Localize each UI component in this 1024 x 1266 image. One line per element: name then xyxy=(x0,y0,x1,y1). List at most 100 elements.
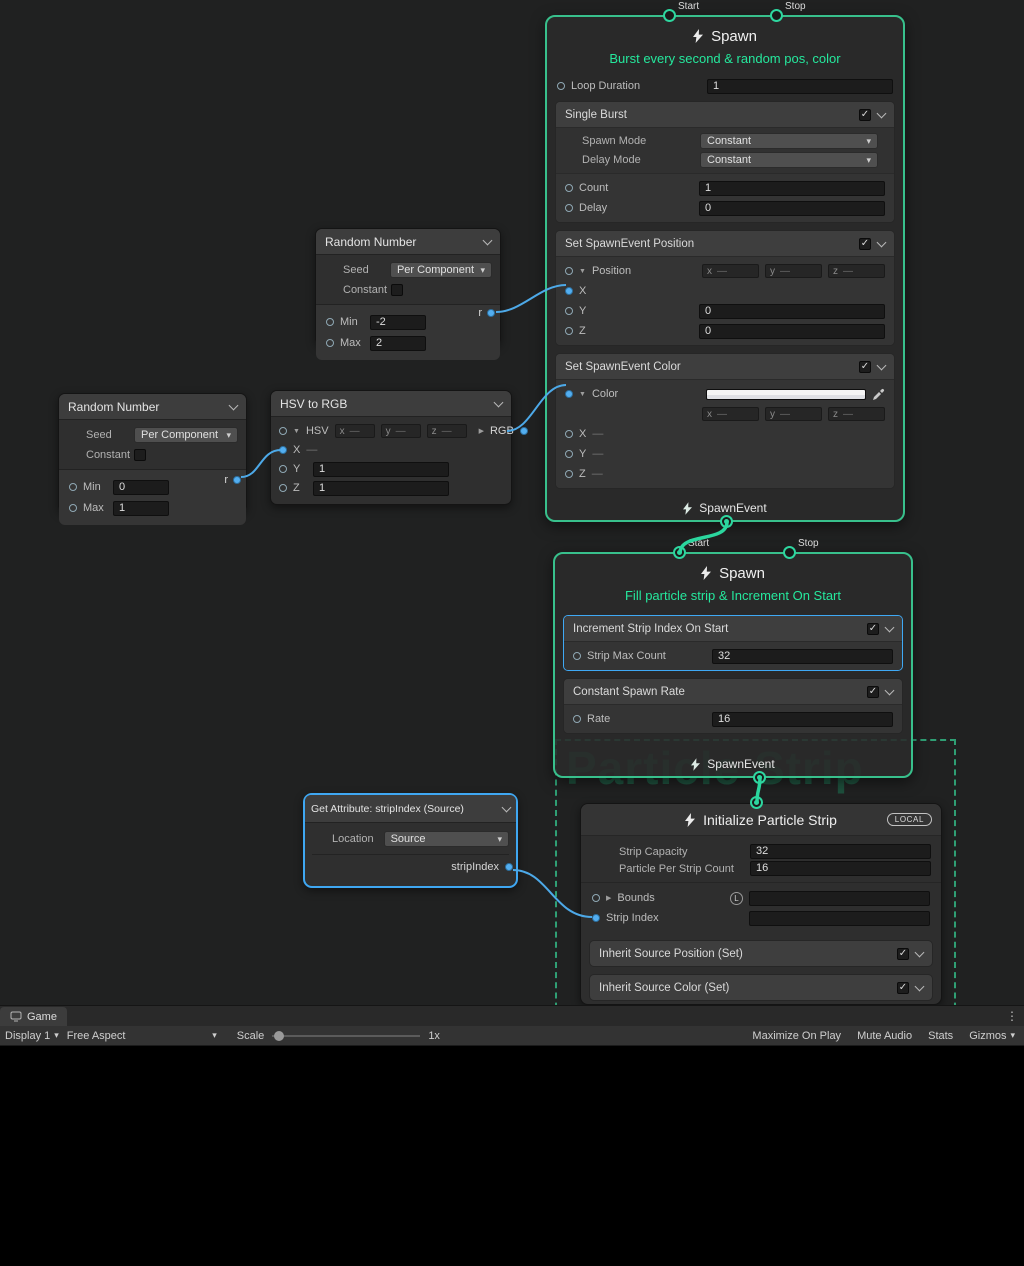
chevron-down-icon[interactable] xyxy=(885,685,895,695)
inherit-position-checkbox[interactable]: ✓ xyxy=(897,948,909,960)
chevron-down-icon[interactable] xyxy=(494,397,504,407)
set-color-enabled-checkbox[interactable]: ✓ xyxy=(859,361,871,373)
mute-audio-button[interactable]: Mute Audio xyxy=(857,1030,912,1042)
color-swatch[interactable] xyxy=(706,389,866,400)
stats-button[interactable]: Stats xyxy=(928,1030,953,1042)
foldout-open-icon[interactable]: ▼ xyxy=(579,268,586,275)
increment-enabled-checkbox[interactable]: ✓ xyxy=(867,623,879,635)
slider-knob[interactable] xyxy=(274,1031,284,1041)
r-output-port[interactable] xyxy=(233,476,241,484)
bounds-field[interactable] xyxy=(749,891,930,906)
delay-mode-dropdown[interactable]: Constant ▾ xyxy=(700,152,878,168)
chevron-down-icon[interactable] xyxy=(885,622,895,632)
foldout-closed-icon[interactable]: ▶ xyxy=(606,895,611,902)
increment-block-header[interactable]: Increment Strip Index On Start ✓ xyxy=(564,616,902,641)
hsv-y-port[interactable] xyxy=(279,465,287,473)
spawn-context-burst[interactable]: Start Stop Spawn Burst every second & ra… xyxy=(545,15,905,522)
chevron-down-icon[interactable] xyxy=(483,235,493,245)
set-position-header[interactable]: Set SpawnEvent Position ✓ xyxy=(556,231,894,256)
bounds-port[interactable] xyxy=(592,894,600,902)
single-burst-header[interactable]: Single Burst ✓ xyxy=(556,102,894,127)
gizmos-dropdown[interactable]: Gizmos ▾ xyxy=(969,1030,1015,1042)
set-spawnevent-color-block[interactable]: Set SpawnEvent Color ✓ ▼ Color x— xyxy=(555,353,895,489)
position-y-field[interactable]: 0 xyxy=(699,304,885,319)
min-port[interactable] xyxy=(326,318,334,326)
min-port[interactable] xyxy=(69,483,77,491)
delay-field[interactable]: 0 xyxy=(699,201,885,216)
position-port[interactable] xyxy=(565,267,573,275)
position-y-port[interactable] xyxy=(565,307,573,315)
node-title-bar[interactable]: Initialize Particle Strip LOCAL xyxy=(581,804,941,836)
hsv-port[interactable] xyxy=(279,427,287,435)
position-z-minifield[interactable]: z— xyxy=(828,264,885,278)
hsv-x-minifield[interactable]: x— xyxy=(335,424,375,438)
inherit-color-checkbox[interactable]: ✓ xyxy=(897,982,909,994)
display-dropdown[interactable]: Display 1 ▾ xyxy=(5,1030,59,1042)
rgb-output-port[interactable] xyxy=(520,427,528,435)
max-field[interactable]: 1 xyxy=(113,501,169,516)
seed-dropdown[interactable]: Per Component ▾ xyxy=(134,427,238,443)
strip-max-count-field[interactable]: 32 xyxy=(712,649,893,664)
inherit-source-color-block[interactable]: Inherit Source Color (Set) ✓ xyxy=(589,974,933,1001)
color-y-port[interactable] xyxy=(565,450,573,458)
chevron-down-icon[interactable] xyxy=(229,400,239,410)
hsv-y-field[interactable]: 1 xyxy=(313,462,449,477)
single-burst-block[interactable]: Single Burst ✓ Spawn Mode Constant ▾ Del… xyxy=(555,101,895,223)
foldout-open-icon[interactable]: ▼ xyxy=(579,391,586,398)
position-x-minifield[interactable]: x— xyxy=(702,264,759,278)
increment-strip-index-block[interactable]: Increment Strip Index On Start ✓ Strip M… xyxy=(563,615,903,671)
rate-field[interactable]: 16 xyxy=(712,712,893,727)
count-field[interactable]: 1 xyxy=(699,181,885,196)
game-tab[interactable]: Game xyxy=(0,1007,67,1026)
delay-port[interactable] xyxy=(565,204,573,212)
node-title-bar[interactable]: HSV to RGB xyxy=(271,391,511,417)
chevron-down-icon[interactable] xyxy=(877,108,887,118)
spawnevent-output-anchor[interactable] xyxy=(720,515,733,528)
position-y-minifield[interactable]: y— xyxy=(765,264,822,278)
chevron-down-icon[interactable] xyxy=(915,981,925,991)
position-z-field[interactable]: 0 xyxy=(699,324,885,339)
node-title-bar[interactable]: Get Attribute: stripIndex (Source) xyxy=(305,795,516,823)
maximize-on-play-button[interactable]: Maximize On Play xyxy=(752,1030,841,1042)
rate-port[interactable] xyxy=(573,715,581,723)
constant-spawn-rate-block[interactable]: Constant Spawn Rate ✓ Rate 16 xyxy=(563,678,903,734)
game-view[interactable] xyxy=(0,1046,1024,1266)
position-z-port[interactable] xyxy=(565,327,573,335)
initialize-particle-strip-node[interactable]: Initialize Particle Strip LOCAL Strip Ca… xyxy=(580,803,942,1005)
max-port[interactable] xyxy=(69,504,77,512)
local-space-icon[interactable]: L xyxy=(730,892,743,905)
count-port[interactable] xyxy=(565,184,573,192)
constant-checkbox[interactable] xyxy=(134,449,146,461)
hsv-x-port[interactable] xyxy=(279,446,287,454)
min-field[interactable]: 0 xyxy=(113,480,169,495)
foldout-closed-icon[interactable]: ▶ xyxy=(479,428,484,435)
strip-index-port[interactable] xyxy=(592,914,600,922)
loop-duration-port[interactable] xyxy=(557,82,565,90)
color-z-minifield[interactable]: z— xyxy=(828,407,885,421)
seed-dropdown[interactable]: Per Component ▾ xyxy=(390,262,492,278)
node-title-bar[interactable]: Random Number xyxy=(59,394,246,420)
get-attribute-node[interactable]: Get Attribute: stripIndex (Source) Locat… xyxy=(303,793,518,888)
start-flow-anchor[interactable] xyxy=(663,9,676,22)
particle-per-strip-count-field[interactable]: 16 xyxy=(750,861,931,876)
strip-index-field[interactable] xyxy=(749,911,930,926)
color-z-port[interactable] xyxy=(565,470,573,478)
hsv-z-field[interactable]: 1 xyxy=(313,481,449,496)
hsv-z-port[interactable] xyxy=(279,484,287,492)
loop-duration-field[interactable]: 1 xyxy=(707,79,893,94)
chevron-down-icon[interactable] xyxy=(502,802,512,812)
inherit-source-position-block[interactable]: Inherit Source Position (Set) ✓ xyxy=(589,940,933,967)
spawnevent-output-anchor[interactable] xyxy=(753,771,766,784)
strip-capacity-field[interactable]: 32 xyxy=(750,844,931,859)
chevron-down-icon[interactable] xyxy=(877,237,887,247)
random-number-node-1[interactable]: Random Number Seed Per Component ▾ Const… xyxy=(315,228,501,345)
node-title-bar[interactable]: Random Number xyxy=(316,229,500,255)
foldout-open-icon[interactable]: ▼ xyxy=(293,428,300,435)
rate-block-header[interactable]: Constant Spawn Rate ✓ xyxy=(564,679,902,704)
spawn-context-strip[interactable]: Start Stop Spawn Fill particle strip & I… xyxy=(553,552,913,778)
min-field[interactable]: -2 xyxy=(370,315,426,330)
set-position-enabled-checkbox[interactable]: ✓ xyxy=(859,238,871,250)
set-spawnevent-position-block[interactable]: Set SpawnEvent Position ✓ ▼ Position x— … xyxy=(555,230,895,346)
vfx-graph-canvas[interactable]: Particle Strip Start Stop Spawn Burst ev… xyxy=(0,0,1024,1005)
scale-slider[interactable] xyxy=(272,1030,420,1042)
